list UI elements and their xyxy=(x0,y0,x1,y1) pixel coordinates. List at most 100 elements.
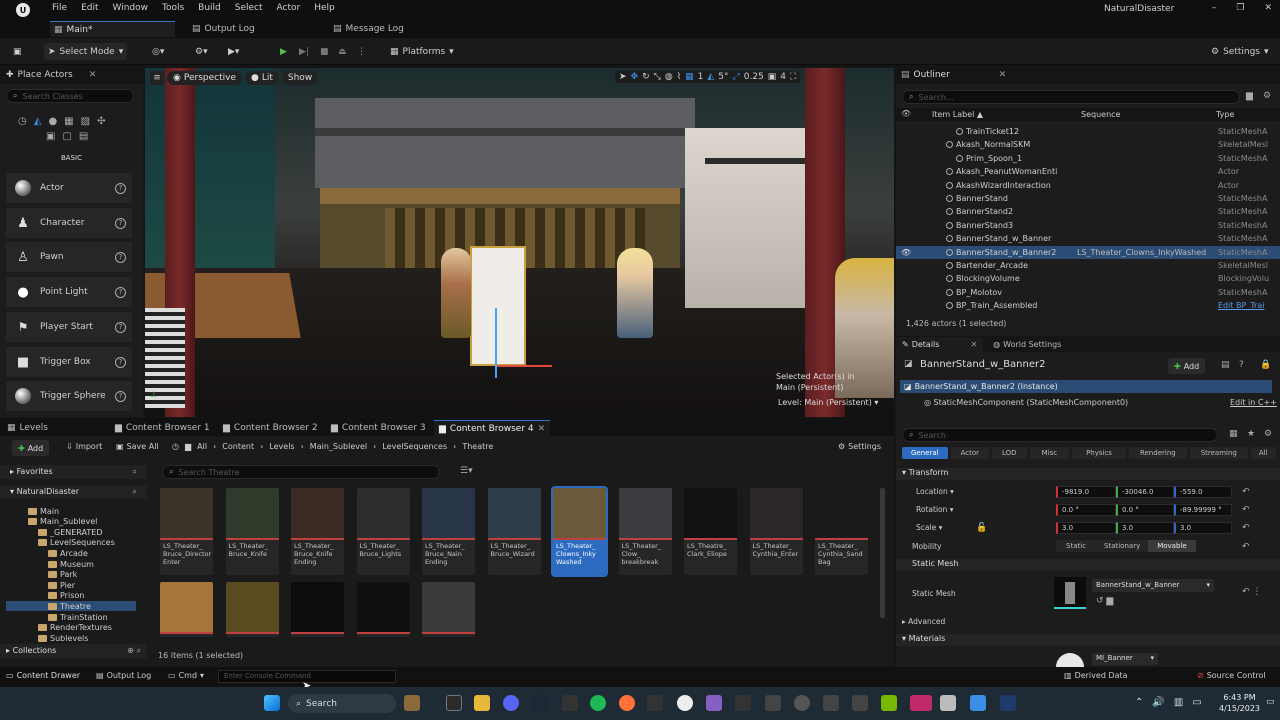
all-classes-icon[interactable]: ▤ xyxy=(79,131,88,142)
tree-folder[interactable]: Sublevels xyxy=(38,633,88,643)
volume-icon[interactable]: 🔊 xyxy=(1152,697,1164,708)
mesh-thumbnail[interactable] xyxy=(1054,577,1086,609)
help-icon[interactable]: ? xyxy=(115,321,126,333)
folder-add-icon[interactable]: ▆ xyxy=(1246,91,1253,101)
save-icon[interactable]: ▣ xyxy=(9,43,26,60)
tab-content-browser-4[interactable]: ▆ Content Browser 4 ✕ xyxy=(434,420,551,436)
windows-start-icon[interactable] xyxy=(264,695,280,711)
breadcrumb-theatre[interactable]: Theatre xyxy=(462,442,493,451)
actor-item-actor[interactable]: Actor? xyxy=(6,173,132,203)
camera-speed-value[interactable]: 4 xyxy=(780,72,786,82)
lock-icon[interactable]: 🔒 xyxy=(1260,360,1271,370)
breadcrumb-content[interactable]: Content xyxy=(222,442,254,451)
favorites-section[interactable]: ▸ Favorites ⌕ xyxy=(0,465,147,479)
filter-icon[interactable]: ☰▾ xyxy=(460,466,473,476)
minimize-icon[interactable]: – xyxy=(1212,3,1217,13)
outliner-row[interactable]: TrainTicket12 StaticMeshA xyxy=(896,125,1280,138)
geometry-icon[interactable]: ▣ xyxy=(46,131,55,142)
history-icon[interactable]: ◷ xyxy=(172,442,179,451)
location-x-field[interactable]: -9819.0 xyxy=(1056,486,1116,498)
outliner-row[interactable]: BlockingVolume BlockingVolu xyxy=(896,272,1280,285)
select-icon[interactable]: ➤ xyxy=(619,72,627,82)
app-icon[interactable] xyxy=(823,695,839,711)
tab-content-browser-2[interactable]: ▆ Content Browser 2 xyxy=(218,420,323,436)
scrollbar[interactable] xyxy=(880,488,885,618)
visibility-icon[interactable]: 👁 xyxy=(901,109,911,118)
details-search-input[interactable]: ⌕ Search xyxy=(902,428,1218,442)
import-button[interactable]: ⇩ Import xyxy=(66,442,102,451)
tree-folder[interactable]: Main_Sublevel xyxy=(28,517,97,527)
outliner-row[interactable]: BP_Molotov StaticMeshA xyxy=(896,286,1280,299)
transform-section[interactable]: ▾ Transform xyxy=(896,468,1280,480)
close-icon[interactable]: ✕ xyxy=(999,70,1007,80)
menu-help[interactable]: Help xyxy=(307,3,342,13)
tree-folder[interactable]: Arcade xyxy=(48,548,88,558)
search-classes-input[interactable]: ⌕ Search Classes xyxy=(6,89,134,103)
scale-snap-icon[interactable]: ⤢ xyxy=(733,72,740,82)
visibility-icon[interactable]: 👁 xyxy=(901,248,911,257)
reset-icon[interactable]: ↶ ⋮ xyxy=(1242,587,1261,597)
asset-tile[interactable]: LS_Theater_ Bruce_Director Enter xyxy=(160,488,213,575)
rotation-snap-value[interactable]: 5° xyxy=(718,72,728,82)
rotation-label[interactable]: Rotation ▾ xyxy=(916,505,954,514)
tab-levels[interactable]: ▦ Levels xyxy=(2,420,53,436)
battery-icon[interactable]: ▭ xyxy=(1192,697,1201,708)
taskbar-search[interactable]: ⌕ Search xyxy=(288,694,396,713)
app-icon[interactable] xyxy=(852,695,868,711)
lit-button[interactable]: ● Lit xyxy=(244,71,279,85)
search-icon[interactable]: ⌕ xyxy=(133,467,137,477)
tree-folder[interactable]: _GENERATED xyxy=(38,527,102,537)
filter-general[interactable]: General xyxy=(902,447,948,459)
asset-tile[interactable]: LS_Theater_ Bruce_Knife xyxy=(225,488,279,575)
asset-tile[interactable] xyxy=(291,582,344,637)
discord-icon[interactable] xyxy=(503,695,519,711)
play-options-icon[interactable]: ⋮ xyxy=(353,43,370,60)
breadcrumb-all[interactable]: All xyxy=(197,442,207,451)
effects-icon[interactable]: ✣ xyxy=(97,116,105,127)
scale-label[interactable]: Scale ▾ xyxy=(916,523,942,532)
asset-tile[interactable]: LS_Theater_ Clowns_Inky Washed xyxy=(551,486,608,577)
tree-folder[interactable]: Main xyxy=(28,506,59,516)
menu-build[interactable]: Build xyxy=(191,3,228,13)
grid-view-icon[interactable]: ▦ xyxy=(1229,429,1238,439)
tree-folder[interactable]: RenderTextures xyxy=(38,623,112,633)
play-icon[interactable]: ▶ xyxy=(276,43,291,60)
task-view-icon[interactable] xyxy=(446,695,462,711)
location-label[interactable]: Location ▾ xyxy=(916,487,954,496)
cinematic-icon[interactable]: ▧ xyxy=(81,116,90,127)
recent-icon[interactable]: ◷ xyxy=(18,116,27,127)
add-button[interactable]: ✚ Add xyxy=(12,440,50,456)
asset-tile[interactable]: LS_Theater_ Cynthia_Enter xyxy=(749,488,803,575)
column-sequence[interactable]: Sequence xyxy=(1081,110,1120,119)
outliner-search-input[interactable]: ⌕ Search... xyxy=(902,90,1240,104)
project-root[interactable]: ▾ NaturalDisaster ⌕ xyxy=(0,485,147,499)
show-button[interactable]: Show xyxy=(281,71,319,85)
level-indicator[interactable]: Level: Main (Persistent) ▾ xyxy=(778,398,878,407)
outliner-row[interactable]: BannerStand2 StaticMeshA xyxy=(896,205,1280,218)
actor-item-trigger-sphere[interactable]: Trigger Sphere? xyxy=(6,381,132,411)
scale-y-field[interactable]: 3.0 xyxy=(1116,522,1174,534)
hamburger-menu-icon[interactable]: ≡ xyxy=(150,71,164,85)
scale-z-field[interactable]: 3.0 xyxy=(1174,522,1232,534)
asset-tile[interactable] xyxy=(422,582,475,637)
cb-settings-button[interactable]: ⚙ Settings xyxy=(838,442,881,451)
help-icon[interactable]: ? xyxy=(115,251,126,263)
help-icon[interactable]: ? xyxy=(115,390,126,402)
material-selector[interactable]: MI_Banner ▾ xyxy=(1092,653,1158,665)
close-icon[interactable]: ✕ xyxy=(538,424,546,434)
app-icon[interactable] xyxy=(765,695,781,711)
level-viewport[interactable]: ≡ ◉ Perspective ● Lit Show ➤ ✥ ↻ ⤡ ◍ ⌇ ▦ 1 ◭ 5° ⤢… xyxy=(145,68,894,417)
stop-icon[interactable]: ■ xyxy=(316,43,333,60)
menu-actor[interactable]: Actor xyxy=(270,3,308,13)
outliner-row[interactable]: Prim_Spoon_1 StaticMeshA xyxy=(896,152,1280,165)
save-all-button[interactable]: ▣ Save All xyxy=(116,442,159,451)
actor-item-pawn[interactable]: ♙ Pawn? xyxy=(6,242,132,272)
location-z-field[interactable]: -559.0 xyxy=(1174,486,1232,498)
asset-tile[interactable]: LS_Theater_ Clow_ breakbreak xyxy=(618,488,672,575)
column-item-label[interactable]: Item Label ▲ xyxy=(932,110,983,119)
blueprint-icon[interactable]: ⚙▾ xyxy=(191,43,212,60)
asset-tile[interactable]: LS_Theater_ Bruce_Knife Ending xyxy=(291,488,344,575)
grid-snap-icon[interactable]: ▦ xyxy=(685,72,694,82)
scale-snap-value[interactable]: 0.25 xyxy=(744,72,764,82)
shapes-icon[interactable]: ▦ xyxy=(64,116,73,127)
